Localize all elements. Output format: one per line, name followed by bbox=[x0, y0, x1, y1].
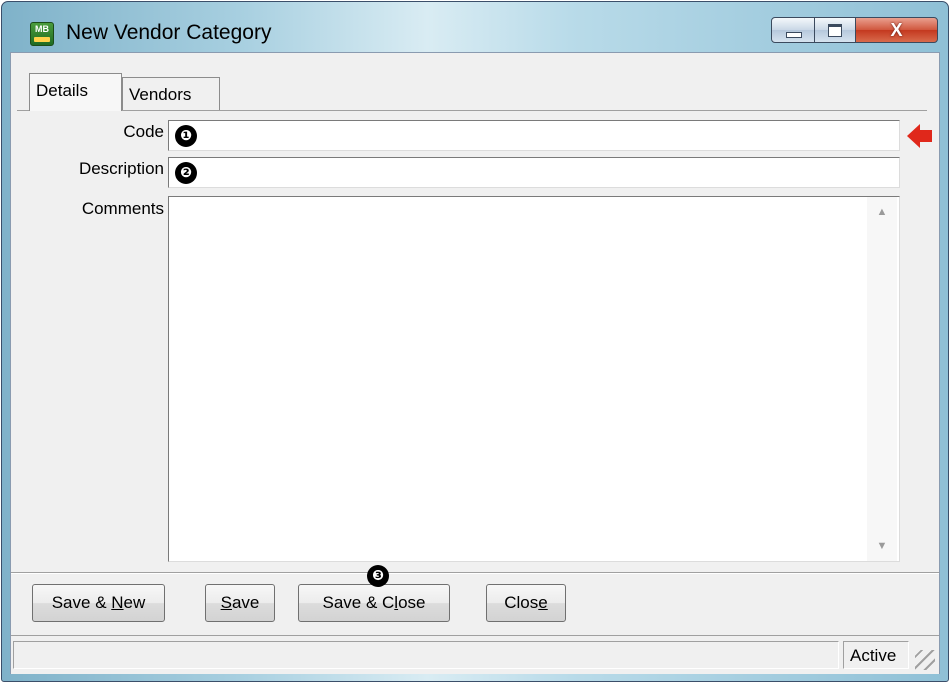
titlebar[interactable]: MB New Vendor Category X bbox=[2, 2, 948, 50]
maximize-button[interactable] bbox=[814, 17, 856, 43]
scroll-up-icon[interactable]: ▲ bbox=[867, 197, 897, 227]
required-arrow-icon bbox=[907, 124, 932, 148]
code-label: Code bbox=[123, 122, 164, 141]
window-title: New Vendor Category bbox=[66, 21, 272, 44]
footer-divider bbox=[11, 572, 939, 574]
close-button[interactable]: Close bbox=[486, 584, 566, 622]
comments-label: Comments bbox=[81, 199, 164, 218]
save-text-b: ave bbox=[231, 593, 260, 612]
tab-vendors[interactable]: Vendors bbox=[122, 77, 220, 111]
save-and-new-button[interactable]: Save & New bbox=[32, 584, 165, 622]
save-mnemonic: S bbox=[220, 593, 232, 612]
save-and-close-button[interactable]: Save & Close bbox=[298, 584, 450, 622]
close-icon: X bbox=[890, 20, 903, 40]
status-bar: Active bbox=[11, 635, 939, 674]
status-state: Active bbox=[843, 641, 909, 669]
save-new-text-a: Save & bbox=[51, 593, 112, 612]
code-field[interactable] bbox=[168, 120, 900, 151]
close-text-a: Clos bbox=[504, 593, 539, 612]
save-close-text-b: ose bbox=[398, 593, 426, 612]
dialog-body: Details Vendors Code Description Comment… bbox=[10, 52, 940, 674]
tab-details[interactable]: Details bbox=[29, 73, 122, 111]
callout-marker-1: ❶ bbox=[175, 125, 197, 147]
scroll-down-icon[interactable]: ▼ bbox=[867, 531, 897, 561]
app-icon-text: MB bbox=[35, 24, 49, 34]
minimize-button[interactable] bbox=[771, 17, 815, 43]
save-close-text-a: Save & C bbox=[322, 593, 395, 612]
resize-grip-icon[interactable] bbox=[915, 650, 935, 670]
close-mnemonic: e bbox=[538, 593, 548, 612]
description-field[interactable] bbox=[168, 157, 900, 188]
status-panel-main bbox=[13, 641, 839, 669]
save-button[interactable]: Save bbox=[205, 584, 275, 622]
description-label: Description bbox=[78, 159, 164, 178]
app-logo-icon[interactable]: MB bbox=[30, 22, 54, 46]
comments-textarea[interactable] bbox=[168, 196, 900, 562]
minimize-icon bbox=[786, 32, 802, 38]
maximize-icon bbox=[828, 24, 842, 37]
app-icon-bar bbox=[34, 37, 50, 42]
comments-scrollbar[interactable]: ▲ ▼ bbox=[867, 197, 897, 561]
window: MB New Vendor Category X Details Vendors… bbox=[1, 1, 949, 682]
callout-marker-3: ❸ bbox=[367, 565, 389, 587]
save-new-mnemonic: N bbox=[111, 593, 124, 612]
close-window-button[interactable]: X bbox=[855, 17, 938, 43]
save-new-text-b: ew bbox=[123, 593, 146, 612]
callout-marker-2: ❷ bbox=[175, 162, 197, 184]
